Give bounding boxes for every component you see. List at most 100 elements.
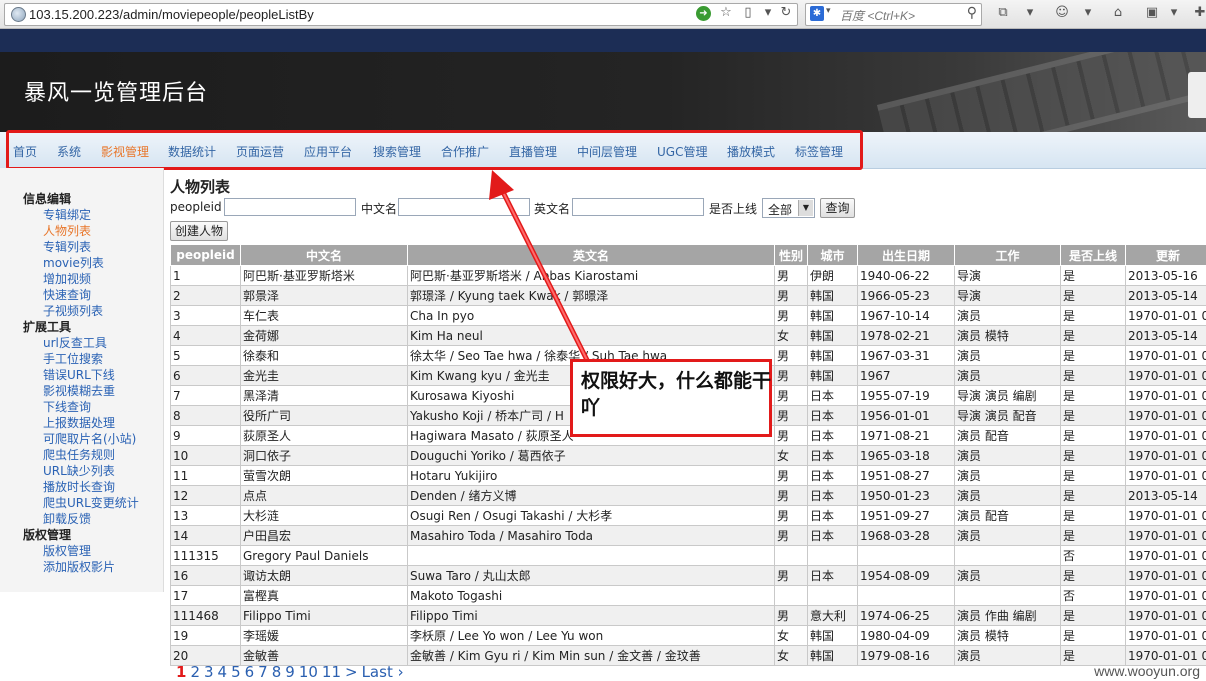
table-row[interactable]: 11萤雪次朗Hotaru Yukijiro男日本1951-08-27演员是197…	[171, 466, 1206, 486]
table-cell[interactable]: 2	[171, 286, 241, 306]
table-cell[interactable]: Gregory Paul Daniels	[241, 546, 408, 566]
table-cell[interactable]: 13	[171, 506, 241, 526]
sidebar-item[interactable]: 版权管理	[43, 542, 91, 559]
table-cell[interactable]: 16	[171, 566, 241, 586]
reload-icon[interactable]: ↻	[778, 5, 794, 21]
chevron-down-icon[interactable]: ▾	[826, 6, 831, 16]
chevron-down-icon[interactable]: ▾	[1166, 5, 1182, 21]
pager-page-link[interactable]: 6	[245, 663, 255, 681]
search-box[interactable]: ✱ ▾ 百度 <Ctrl+K> ⚲	[805, 3, 982, 26]
table-row[interactable]: 16诹访太朗Suwa Taro / 丸山太郎男日本1954-08-09演员是19…	[171, 566, 1206, 586]
sidebar-item[interactable]: 上报数据处理	[43, 414, 115, 431]
sidebar-item[interactable]: 爬虫任务规则	[43, 446, 115, 463]
table-cell[interactable]: 金光圭	[241, 366, 408, 386]
star-icon[interactable]: ☆	[718, 5, 734, 21]
sidebar-item[interactable]: 手工位搜索	[43, 350, 103, 367]
table-row[interactable]: 12点点Denden / 绪方义博男日本1950-01-23演员是2013-05…	[171, 486, 1206, 506]
online-select[interactable]: 全部 ▼	[762, 198, 815, 218]
table-row[interactable]: 111315Gregory Paul Daniels否1970-01-01 0	[171, 546, 1206, 566]
pager-page-link[interactable]: 4	[218, 663, 228, 681]
pager-page-link[interactable]: 10	[299, 663, 318, 681]
table-cell[interactable]: 荻原圣人	[241, 426, 408, 446]
table-cell[interactable]: 大杉涟	[241, 506, 408, 526]
chevron-down-icon[interactable]: ▾	[1022, 5, 1038, 21]
query-button[interactable]: 查询	[820, 198, 855, 218]
chevron-down-icon[interactable]: ▼	[798, 200, 813, 216]
table-cell[interactable]: 诹访太朗	[241, 566, 408, 586]
sidebar-item[interactable]: 人物列表	[43, 222, 91, 239]
table-row[interactable]: 111468Filippo TimiFilippo Timi男意大利1974-0…	[171, 606, 1206, 626]
table-cell[interactable]: 李瑶媛	[241, 626, 408, 646]
table-row[interactable]: 19李瑶媛李枖原 / Lee Yo won / Lee Yu won女韩国198…	[171, 626, 1206, 646]
dropdown-icon[interactable]: ▾	[760, 5, 776, 21]
table-row[interactable]: 17富樫真Makoto Togashi否1970-01-01 0	[171, 586, 1206, 606]
table-cell[interactable]: 户田昌宏	[241, 526, 408, 546]
table-row[interactable]: 3车仁表Cha In pyo男韩国1967-10-14演员是1970-01-01…	[171, 306, 1206, 326]
en-name-input[interactable]	[572, 198, 704, 216]
table-row[interactable]: 14户田昌宏Masahiro Toda / Masahiro Toda男日本19…	[171, 526, 1206, 546]
chevron-down-icon[interactable]: ▾	[1080, 5, 1096, 21]
table-cell[interactable]: 9	[171, 426, 241, 446]
table-cell[interactable]: 111315	[171, 546, 241, 566]
table-cell[interactable]: 10	[171, 446, 241, 466]
table-cell[interactable]: 点点	[241, 486, 408, 506]
table-cell[interactable]: 富樫真	[241, 586, 408, 606]
table-cell[interactable]: Filippo Timi	[241, 606, 408, 626]
bookmark-icon[interactable]: ▣	[1144, 5, 1160, 21]
table-cell[interactable]: 1	[171, 266, 241, 286]
sidebar-item[interactable]: 专辑列表	[43, 238, 91, 255]
pager-page-link[interactable]: 3	[204, 663, 214, 681]
table-cell[interactable]: 金荷娜	[241, 326, 408, 346]
table-cell[interactable]: 萤雪次朗	[241, 466, 408, 486]
sidebar-item[interactable]: 快速查询	[43, 286, 91, 303]
table-cell[interactable]: 17	[171, 586, 241, 606]
table-row[interactable]: 2郭景泽郭璟泽 / Kyung taek Kwak / 郭暻泽男韩国1966-0…	[171, 286, 1206, 306]
sidebar-item[interactable]: url反查工具	[43, 334, 107, 351]
table-cell[interactable]: 徐泰和	[241, 346, 408, 366]
table-cell[interactable]: 郭景泽	[241, 286, 408, 306]
table-cell[interactable]: 阿巴斯·基亚罗斯塔米	[241, 266, 408, 286]
pager-page-link[interactable]: 5	[231, 663, 241, 681]
pager-last-link[interactable]: Last ›	[362, 663, 404, 681]
table-cell[interactable]: 5	[171, 346, 241, 366]
table-cell[interactable]: 14	[171, 526, 241, 546]
create-person-button[interactable]: 创建人物	[170, 221, 228, 241]
pager-page-link[interactable]: 11	[322, 663, 341, 681]
sidebar-item[interactable]: 卸载反馈	[43, 510, 91, 527]
peopleid-input[interactable]	[224, 198, 356, 216]
table-cell[interactable]: 洞口依子	[241, 446, 408, 466]
table-cell[interactable]: 12	[171, 486, 241, 506]
cn-name-input[interactable]	[398, 198, 530, 216]
home-icon[interactable]: ⌂	[1110, 5, 1126, 21]
table-cell[interactable]: 车仁表	[241, 306, 408, 326]
sidebar-item[interactable]: movie列表	[43, 254, 104, 271]
screenshot-icon[interactable]: ⧉	[995, 5, 1011, 21]
table-cell[interactable]: 3	[171, 306, 241, 326]
sidebar-item[interactable]: 添加版权影片	[43, 558, 115, 575]
table-cell[interactable]: 6	[171, 366, 241, 386]
sidebar-item[interactable]: 子视频列表	[43, 302, 103, 319]
table-cell[interactable]: 黑泽清	[241, 386, 408, 406]
table-cell[interactable]: 19	[171, 626, 241, 646]
pager-next-link[interactable]: >	[345, 663, 358, 681]
table-cell[interactable]: 4	[171, 326, 241, 346]
sidebar-item[interactable]: 影视模糊去重	[43, 382, 115, 399]
pager-page-link[interactable]: 2	[190, 663, 200, 681]
table-cell[interactable]: 11	[171, 466, 241, 486]
sidebar-item[interactable]: 可爬取片名(小站)	[43, 430, 136, 447]
table-cell[interactable]: 8	[171, 406, 241, 426]
table-cell[interactable]: 役所广司	[241, 406, 408, 426]
search-icon[interactable]: ⚲	[967, 5, 977, 21]
extension-icon[interactable]: ✚	[1192, 5, 1206, 21]
sidebar-item[interactable]: 爬虫URL变更统计	[43, 494, 139, 511]
pager-page-link[interactable]: 8	[272, 663, 282, 681]
sidebar-item[interactable]: URL缺少列表	[43, 462, 115, 479]
table-cell[interactable]: 111468	[171, 606, 241, 626]
table-row[interactable]: 10洞口依子Douguchi Yoriko / 葛西依子女日本1965-03-1…	[171, 446, 1206, 466]
table-cell[interactable]: 7	[171, 386, 241, 406]
go-icon[interactable]: ➜	[696, 6, 711, 21]
address-url[interactable]: 103.15.200.223/admin/moviepeople/peopleL…	[29, 7, 314, 22]
sidebar-item[interactable]: 专辑绑定	[43, 206, 91, 223]
sidebar-item[interactable]: 播放时长查询	[43, 478, 115, 495]
phone-icon[interactable]: ▯	[740, 5, 756, 21]
